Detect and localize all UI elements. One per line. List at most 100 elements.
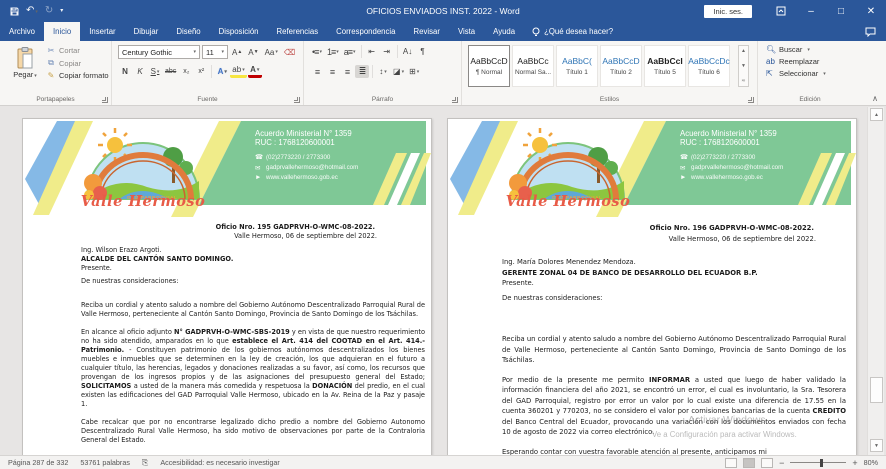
qat-customize-icon[interactable]: ▾ [60,8,63,14]
tab-diseno[interactable]: Diseño [167,22,209,41]
paragraph-dialog-launcher[interactable] [452,97,458,103]
shrink-font-button[interactable]: A▼ [246,46,260,59]
save-icon[interactable] [10,7,19,16]
clear-formatting-button[interactable]: ⌫ [282,46,297,59]
tab-dibujar[interactable]: Dibujar [125,22,168,41]
tab-revisar[interactable]: Revisar [405,22,449,41]
multilevel-list-icon[interactable]: a≡▾ [342,45,358,58]
justify-icon[interactable]: ≣ [355,65,369,78]
italic-button[interactable]: K [133,65,147,78]
tab-referencias[interactable]: Referencias [268,22,328,41]
line-spacing-icon[interactable]: ↕▾ [376,65,390,78]
editing-group: 🔍︎Buscar▾ abReemplazar ⇱Seleccionar▾ Edi… [758,41,862,105]
style-titulo-1[interactable]: AaBbC( Título 1 [556,45,598,87]
tab-inicio[interactable]: Inicio [44,22,80,41]
font-dialog-launcher[interactable] [294,97,300,103]
scissors-icon: ✂ [46,46,56,55]
find-button[interactable]: 🔍︎Buscar▾ [766,45,826,54]
word-count[interactable]: 53761 palabras [80,458,130,467]
show-marks-icon[interactable]: ¶ [416,45,430,58]
bullets-icon[interactable]: •≡▾ [310,45,324,58]
phone-icon: ☎ [680,153,687,161]
grow-font-button[interactable]: A▲ [230,46,244,59]
change-case-button[interactable]: Aa▾ [263,46,280,59]
proofing-icon[interactable]: ⎘ [142,458,148,468]
styles-group: AaBbCcD ¶ Normal AaBbCc Normal Sa... AaB… [462,41,758,105]
letterhead-contact-block: Acuerdo Ministerial N° 1359 RUC : 176812… [255,129,427,181]
tab-insertar[interactable]: Insertar [80,22,124,41]
scrollbar-thumb[interactable] [870,377,883,403]
styles-dialog-launcher[interactable] [748,97,754,103]
cut-button[interactable]: ✂Cortar [46,46,109,55]
zoom-level[interactable]: 80% [864,458,878,467]
undo-icon[interactable]: ↶▾ [26,6,38,16]
sort-icon[interactable]: A↓ [401,45,415,58]
tab-disposicion[interactable]: Disposición [210,22,268,41]
zoom-in-icon[interactable]: + [852,458,857,468]
collapse-ribbon-icon[interactable]: ∧ [872,94,878,103]
letter-body: Oficio Nro. 195 GADPRVH-O-WMC-08-2022. V… [23,219,431,454]
zoom-slider-thumb[interactable] [820,459,823,467]
read-mode-icon[interactable] [725,458,737,468]
ribbon-display-options-icon[interactable] [766,0,796,22]
subscript-button[interactable]: x₂ [179,65,193,78]
tell-me-box[interactable]: ¿Qué desea hacer? [524,22,621,41]
document-page-2[interactable]: Acuerdo Ministerial N° 1359 RUC : 176812… [447,118,857,455]
numbering-icon[interactable]: 1≡▾ [325,45,341,58]
style-normal[interactable]: AaBbCcD ¶ Normal [468,45,510,87]
font-color-button[interactable]: A▾ [248,65,262,78]
text-effects-button[interactable]: A▾ [215,65,229,78]
shading-icon[interactable]: ◪▾ [391,65,406,78]
clipboard-icon [16,47,34,69]
scroll-up-icon[interactable]: ▲ [870,108,883,121]
superscript-button[interactable]: x² [194,65,208,78]
tab-ayuda[interactable]: Ayuda [484,22,524,41]
copy-button[interactable]: ⧉Copiar [46,58,109,68]
document-page-1[interactable]: Acuerdo Ministerial N° 1359 RUC : 176812… [22,118,432,455]
clipboard-dialog-launcher[interactable] [102,97,108,103]
comments-icon[interactable] [865,22,876,41]
style-titulo-6[interactable]: AaBbCcDc Título 6 [688,45,730,87]
web-layout-icon[interactable] [761,458,773,468]
increase-indent-icon[interactable]: ⇥ [380,45,394,58]
styles-gallery-scroll[interactable]: ▲▼≂ [738,45,749,87]
style-normal-sa[interactable]: AaBbCc Normal Sa... [512,45,554,87]
zoom-out-icon[interactable]: − [779,458,784,468]
print-layout-icon[interactable] [743,458,755,468]
styles-group-label: Estilos [462,96,757,103]
font-name-combobox[interactable]: Century Gothic▾ [118,45,200,59]
accessibility-status[interactable]: Accesibilidad: es necesario investigar [160,458,279,467]
select-button[interactable]: ⇱Seleccionar▾ [766,69,826,78]
tab-vista[interactable]: Vista [449,22,484,41]
align-right-icon[interactable]: ≡ [340,65,354,78]
underline-button[interactable]: S▾ [148,65,162,78]
recipient-line: Ing. María Dolores Menendez Mendoza. [502,257,846,268]
strikethrough-button[interactable]: abc [163,65,178,78]
align-left-icon[interactable]: ≡ [310,65,324,78]
replace-button[interactable]: abReemplazar [766,57,826,66]
ruc-text: RUC : 1768120600001 [255,138,427,147]
font-size-combobox[interactable]: 11▾ [202,45,228,59]
close-button[interactable]: ✕ [856,0,886,22]
decrease-indent-icon[interactable]: ⇤ [365,45,379,58]
borders-icon[interactable]: ⊞▾ [407,65,421,78]
sign-in-button[interactable]: Inic. ses. [704,5,752,18]
tab-archivo[interactable]: Archivo [0,22,44,41]
restore-button[interactable]: □ [826,0,856,22]
style-titulo-2[interactable]: AaBbCcD Título 2 [600,45,642,87]
page-indicator[interactable]: Página 287 de 332 [8,458,68,467]
minimize-button[interactable]: – [796,0,826,22]
style-titulo-5[interactable]: AaBbCcI Título 5 [644,45,686,87]
paste-button[interactable]: Pegar▾ [8,45,42,93]
cursor-icon: ⇱ [766,69,775,78]
highlight-color-button[interactable]: ab▾ [230,65,246,78]
vertical-scrollbar[interactable]: ▲ ▼ [867,107,884,455]
scroll-down-icon[interactable]: ▼ [870,439,883,452]
editing-group-label: Edición [758,96,862,103]
align-center-icon[interactable]: ≡ [325,65,339,78]
tab-correspondencia[interactable]: Correspondencia [327,22,404,41]
format-painter-button[interactable]: ✎Copiar formato [46,71,109,80]
bold-button[interactable]: N [118,65,132,78]
zoom-slider[interactable] [790,462,846,463]
redo-icon[interactable]: ↻ [45,6,53,16]
